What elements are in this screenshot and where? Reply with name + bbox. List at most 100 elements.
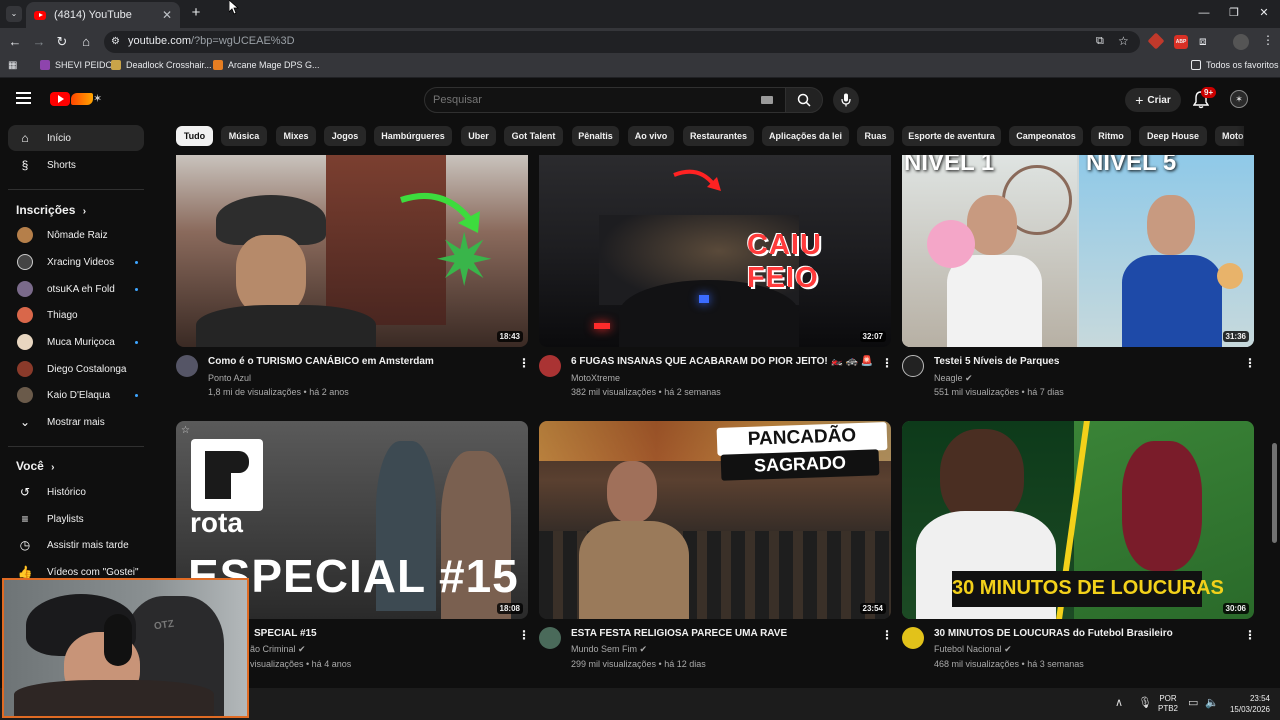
video-thumbnail[interactable]: 30 MINUTOS DE LOUCURAS 30:06	[902, 421, 1254, 619]
chip-item[interactable]: Ruas	[857, 126, 894, 146]
chip-item[interactable]: Aplicações da lei	[762, 126, 849, 146]
chip-item[interactable]: Música	[221, 126, 267, 146]
language-indicator[interactable]: POR PTB2	[1158, 694, 1178, 714]
adblock-extension-icon[interactable]: ABP	[1174, 35, 1188, 49]
reload-button[interactable]: ↻	[53, 33, 71, 51]
restore-button[interactable]: ❐	[1224, 4, 1244, 22]
channel-avatar[interactable]	[902, 627, 924, 649]
home-button[interactable]: ⌂	[77, 33, 95, 51]
video-menu-icon[interactable]: ⋮	[881, 628, 893, 642]
video-thumbnail[interactable]: CAIU FEIO 32:07	[539, 155, 891, 347]
search-box[interactable]	[424, 87, 786, 113]
sidebar-item-shorts[interactable]: § Shorts	[8, 152, 144, 178]
chip-item[interactable]: Ritmo	[1091, 126, 1131, 146]
profile-avatar[interactable]	[1233, 34, 1249, 50]
youtube-logo[interactable]: ✶	[50, 91, 108, 107]
chip-all[interactable]: Tudo	[176, 126, 213, 146]
video-menu-icon[interactable]: ⋮	[1244, 628, 1256, 642]
video-card[interactable]: PANCADÃO SAGRADO 23:54 ESTA FESTA RELIGI…	[539, 421, 893, 671]
video-card[interactable]: NÍVEL 1 NÍVEL 5 31:36 Testei 5 Níveis de…	[902, 155, 1256, 400]
video-title[interactable]: ESTA FESTA RELIGIOSA PARECE UMA RAVE	[571, 628, 871, 639]
chip-item[interactable]: Deep House	[1139, 126, 1207, 146]
video-menu-icon[interactable]: ⋮	[1244, 356, 1256, 370]
video-thumbnail[interactable]: PANCADÃO SAGRADO 23:54	[539, 421, 891, 619]
extension-red-icon[interactable]	[1147, 32, 1165, 50]
chip-item[interactable]: Hambúrgueres	[374, 126, 452, 146]
browser-tab-youtube[interactable]: (4814) YouTube ✕	[26, 2, 180, 28]
video-card[interactable]: CAIU FEIO 32:07 6 FUGAS INSANAS QUE ACAB…	[539, 155, 893, 400]
channel-avatar[interactable]	[539, 355, 561, 377]
video-thumbnail[interactable]: NÍVEL 1 NÍVEL 5 31:36	[902, 155, 1254, 347]
show-more-button[interactable]: ⌄ Mostrar mais	[8, 409, 144, 435]
bookmark-item[interactable]: Deadlock Crosshair...	[111, 60, 212, 70]
tab-close-icon[interactable]: ✕	[162, 8, 172, 22]
video-menu-icon[interactable]: ⋮	[518, 628, 530, 642]
close-window-button[interactable]: ✕	[1254, 4, 1274, 22]
video-title[interactable]: 30 MINUTOS DE LOUCURAS do Futebol Brasil…	[934, 628, 1240, 639]
all-bookmarks-folder[interactable]: Todos os favoritos	[1191, 60, 1279, 70]
apps-grid-icon[interactable]: ▦	[8, 60, 17, 71]
video-title[interactable]: Testei 5 Níveis de Parques	[934, 356, 1234, 367]
create-button[interactable]: + Criar	[1125, 88, 1181, 112]
chip-item[interactable]: Mixes	[276, 126, 316, 146]
search-button[interactable]	[785, 87, 823, 113]
bookmark-item[interactable]: SHEVI PEIDO	[40, 60, 113, 70]
tab-search-button[interactable]: ⌄	[6, 6, 22, 22]
chip-item[interactable]: Jogos	[324, 126, 366, 146]
chip-item[interactable]: Campeonatos	[1009, 126, 1083, 146]
chip-item[interactable]: Esporte de aventura	[902, 126, 1001, 146]
sidebar-item-subscription[interactable]: Kaio D'Elaqua	[8, 382, 144, 408]
keyboard-icon[interactable]	[761, 96, 773, 104]
network-icon[interactable]: ▭	[1188, 696, 1198, 709]
sidebar-item-watch-later[interactable]: ◷ Assistir mais tarde	[8, 532, 144, 558]
video-channel-name[interactable]: MotoXtreme	[571, 373, 620, 383]
chip-item[interactable]: Uber	[461, 126, 496, 146]
show-hidden-icons-chevron-icon[interactable]: ∧	[1115, 696, 1123, 709]
voice-search-button[interactable]	[833, 87, 859, 113]
video-thumbnail[interactable]: ✷ 18:43	[176, 155, 528, 347]
extensions-puzzle-icon[interactable]: ⧈	[1199, 34, 1207, 49]
forward-button[interactable]: →	[30, 33, 48, 51]
chip-item[interactable]: Restaurantes	[683, 126, 754, 146]
bookmark-star-icon[interactable]: ☆	[1118, 34, 1129, 48]
sidebar-item-subscription[interactable]: Muca Muriçoca	[8, 329, 144, 355]
site-info-icon[interactable]: ⚙	[111, 36, 120, 47]
you-header[interactable]: Você ›	[16, 459, 54, 473]
hamburger-menu-icon[interactable]	[16, 92, 31, 104]
video-channel-name[interactable]: Mundo Sem Fim ✔	[571, 644, 647, 655]
search-input[interactable]	[433, 91, 733, 109]
channel-avatar[interactable]	[902, 355, 924, 377]
video-channel-name[interactable]: Futebol Nacional ✔	[934, 644, 1012, 655]
subscriptions-header[interactable]: Inscrições ›	[16, 203, 86, 217]
sidebar-item-home[interactable]: ⌂ Início	[8, 125, 144, 151]
channel-avatar[interactable]	[539, 627, 561, 649]
video-title[interactable]: Como é o TURISMO CANÁBICO em Amsterdam	[208, 356, 508, 367]
account-avatar[interactable]: ✶	[1230, 90, 1248, 108]
sidebar-item-subscription[interactable]: Thiago	[8, 302, 144, 328]
video-card[interactable]: 30 MINUTOS DE LOUCURAS 30:06 30 MINUTOS …	[902, 421, 1256, 671]
video-title[interactable]: 6 FUGAS INSANAS QUE ACABARAM DO PIOR JEI…	[571, 356, 877, 367]
browser-menu-icon[interactable]: ⋮	[1262, 33, 1274, 47]
video-channel-name[interactable]: Ponto Azul	[208, 373, 251, 383]
chip-item[interactable]: Pênaltis	[572, 126, 619, 146]
sidebar-item-subscription[interactable]: Xracing Videos	[8, 249, 144, 275]
sidebar-item-subscription[interactable]: Nômade Raiz	[8, 222, 144, 248]
sidebar-item-playlists[interactable]: ≡ Playlists	[8, 506, 144, 532]
chip-item[interactable]: Got Talent	[504, 126, 563, 146]
sidebar-item-subscription[interactable]: otsuKA eh Fold	[8, 276, 144, 302]
bookmark-item[interactable]: Arcane Mage DPS G...	[213, 60, 320, 70]
video-channel-name[interactable]: Neagle ✔	[934, 373, 973, 384]
new-tab-button[interactable]: +	[188, 4, 204, 22]
channel-avatar[interactable]	[176, 355, 198, 377]
volume-icon[interactable]: 🔈	[1205, 696, 1219, 709]
chip-item[interactable]: Ao vivo	[628, 126, 674, 146]
minimize-button[interactable]: —	[1194, 4, 1214, 22]
page-scrollbar-thumb[interactable]	[1272, 443, 1277, 543]
video-title[interactable]: SPECIAL #15	[254, 628, 494, 639]
cast-icon[interactable]: ⧉	[1096, 35, 1104, 48]
address-bar[interactable]: ⚙ youtube.com/?bp=wgUCEAE%3D ⧉ ☆	[104, 31, 1140, 53]
microphone-tray-icon[interactable]: 🎙	[1138, 696, 1152, 709]
video-channel-name[interactable]: ão Criminal ✔	[250, 644, 306, 655]
notifications-button[interactable]: 9+	[1193, 87, 1217, 109]
video-menu-icon[interactable]: ⋮	[881, 356, 893, 370]
